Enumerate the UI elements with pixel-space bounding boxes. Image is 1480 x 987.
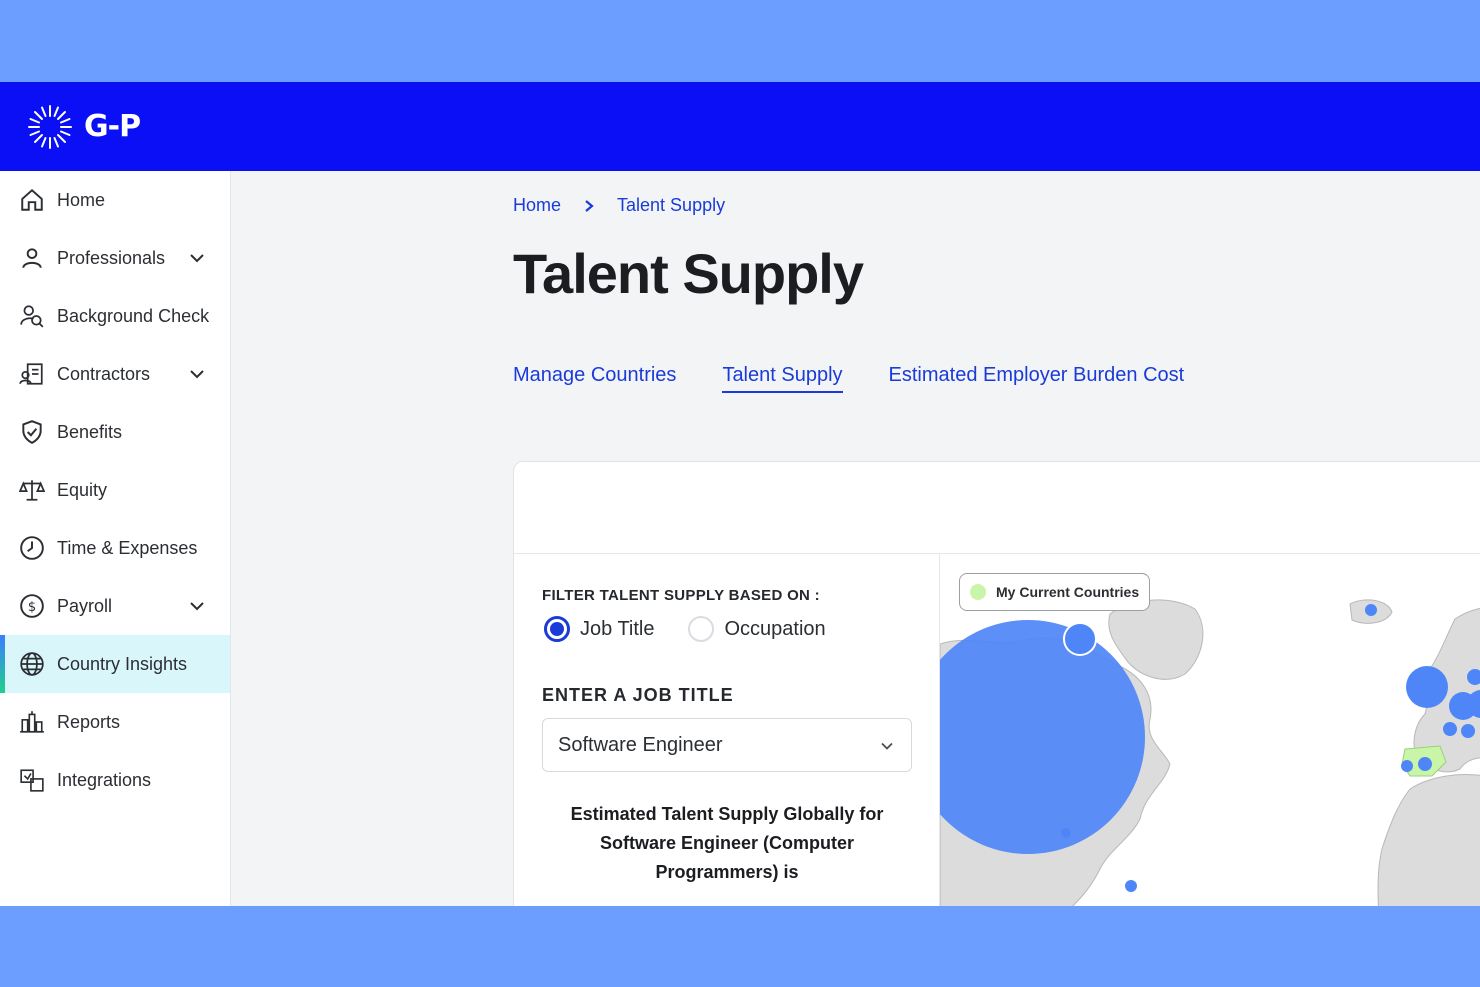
chevron-right-icon xyxy=(585,199,594,212)
filter-radio-group: Job Title Occupation xyxy=(544,616,860,642)
radio-job-title[interactable] xyxy=(544,616,570,642)
job-title-value: Software Engineer xyxy=(558,733,723,756)
breadcrumb: Home Talent Supply xyxy=(513,195,725,216)
filter-panel: FILTER TALENT SUPPLY BASED ON : Job Titl… xyxy=(514,554,940,906)
talent-supply-card: FILTER TALENT SUPPLY BASED ON : Job Titl… xyxy=(513,461,1480,906)
brand-logo-text: G-P xyxy=(84,109,141,144)
radio-option-occupation[interactable]: Occupation xyxy=(688,616,826,642)
sidebar-item-professionals[interactable]: Professionals xyxy=(0,229,230,287)
bubble-mexico xyxy=(1061,828,1071,838)
clock-icon xyxy=(19,535,45,561)
estimate-text: Estimated Talent Supply Globally for Sof… xyxy=(570,804,884,882)
sidebar-item-home[interactable]: Home xyxy=(0,171,230,229)
person-search-icon xyxy=(19,303,45,329)
bubble-spain xyxy=(1418,757,1432,771)
scale-icon xyxy=(19,477,45,503)
sidebar-item-label: Country Insights xyxy=(57,653,188,674)
map-legend: My Current Countries xyxy=(959,573,1151,611)
sidebar-item-reports[interactable]: Reports xyxy=(0,693,230,751)
svg-text:$: $ xyxy=(28,600,36,615)
landmass-africa xyxy=(1377,774,1480,906)
bubble-europe-5 xyxy=(1443,722,1457,736)
sidebar-item-label: Equity xyxy=(57,479,108,500)
sidebar-item-label: Integrations xyxy=(57,769,152,790)
top-bar: G-P xyxy=(0,82,1480,171)
job-title-select[interactable]: Software Engineer xyxy=(542,718,912,772)
sidebar-item-benefits[interactable]: Benefits xyxy=(0,403,230,461)
tab-employer-burden-cost[interactable]: Estimated Employer Burden Cost xyxy=(889,364,1185,393)
chevron-down-icon[interactable] xyxy=(188,249,206,267)
card-header xyxy=(514,462,1480,554)
tab-bar: Manage Countries Talent Supply Estimated… xyxy=(513,364,1230,393)
breadcrumb-current[interactable]: Talent Supply xyxy=(617,195,725,216)
bubble-uk xyxy=(1406,666,1448,708)
globe-icon xyxy=(19,651,45,677)
sidebar-item-label: Time & Expenses xyxy=(57,537,198,558)
radio-option-job-title[interactable]: Job Title xyxy=(544,616,654,642)
sidebar-item-equity[interactable]: Equity xyxy=(0,461,230,519)
tab-talent-supply[interactable]: Talent Supply xyxy=(722,364,843,393)
bubble-canada xyxy=(1063,622,1097,656)
shield-check-icon xyxy=(19,419,45,445)
chevron-down-icon[interactable] xyxy=(188,365,206,383)
tab-manage-countries[interactable]: Manage Countries xyxy=(513,364,676,393)
sunburst-logo-icon[interactable] xyxy=(26,103,74,151)
sidebar-item-label: Payroll xyxy=(57,595,113,616)
sidebar-item-country-insights[interactable]: Country Insights xyxy=(0,635,230,693)
sidebar-item-contractors[interactable]: Contractors xyxy=(0,345,230,403)
chevron-down-icon[interactable] xyxy=(188,597,206,615)
radio-occupation[interactable] xyxy=(688,616,715,642)
sidebar-item-integrations[interactable]: Integrations xyxy=(0,751,230,809)
contract-icon xyxy=(19,361,45,387)
person-icon xyxy=(19,245,45,271)
job-title-label: ENTER A JOB TITLE xyxy=(542,685,734,705)
chevron-down-icon xyxy=(881,742,893,750)
integrations-icon xyxy=(19,767,45,793)
sidebar-item-label: Home xyxy=(57,189,106,210)
radio-label: Occupation xyxy=(724,617,826,640)
filter-label: FILTER TALENT SUPPLY BASED ON : xyxy=(542,587,820,604)
talent-bubble-map[interactable]: My Current Countries xyxy=(940,554,1480,906)
sidebar-item-label: Benefits xyxy=(57,421,123,442)
sidebar-item-label: Professionals xyxy=(57,247,166,268)
page-title: Talent Supply xyxy=(513,242,864,305)
sidebar-item-payroll[interactable]: $ Payroll xyxy=(0,577,230,635)
sidebar-item-label: Reports xyxy=(57,711,121,732)
sidebar-item-background-check[interactable]: Background Check xyxy=(0,287,230,345)
bubble-iceland xyxy=(1365,604,1377,616)
breadcrumb-home-link[interactable]: Home xyxy=(513,195,561,216)
sidebar-item-label: Background Check xyxy=(57,305,210,326)
bubble-europe-6 xyxy=(1461,724,1475,738)
sidebar: Home Professionals Background Check Cont… xyxy=(0,171,231,906)
legend-label: My Current Countries xyxy=(996,584,1140,600)
bubble-central-america xyxy=(1125,880,1137,892)
buildings-icon xyxy=(19,709,45,735)
legend-swatch xyxy=(970,584,986,600)
radio-label: Job Title xyxy=(580,617,655,640)
sidebar-item-time-expenses[interactable]: Time & Expenses xyxy=(0,519,230,577)
home-icon xyxy=(19,187,45,213)
dollar-icon: $ xyxy=(19,593,45,619)
main-content: Home Talent Supply Talent Supply Manage … xyxy=(231,171,1480,906)
app-window: G-P Home Professionals Background Check … xyxy=(0,82,1480,906)
sidebar-item-label: Contractors xyxy=(57,363,151,384)
bubble-portugal xyxy=(1401,760,1413,772)
